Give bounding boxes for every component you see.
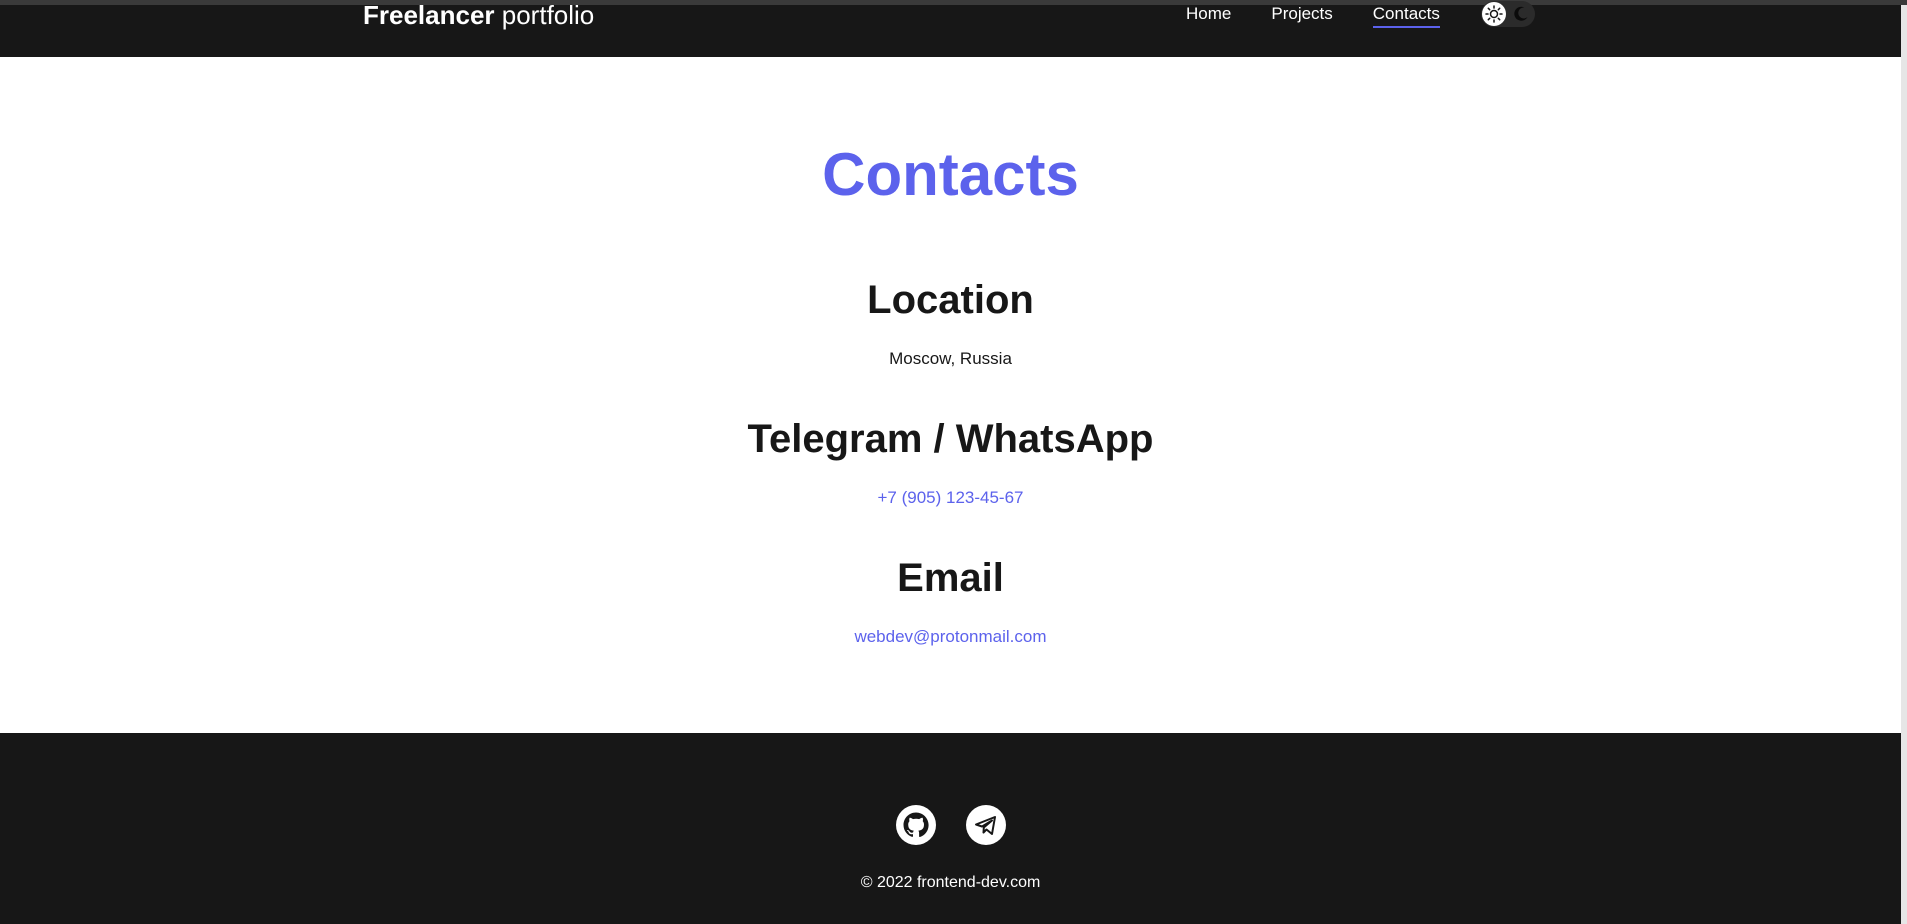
- logo-light-text: portfolio: [501, 0, 595, 30]
- light-mode-button[interactable]: [1482, 2, 1506, 26]
- sun-icon: [1485, 5, 1503, 23]
- email-field: webdev@protonmail.com: [0, 625, 1901, 649]
- dark-mode-button[interactable]: [1509, 2, 1533, 26]
- social-links: [0, 805, 1901, 845]
- location-value: Moscow, Russia: [889, 349, 1012, 368]
- nav-projects[interactable]: Projects: [1271, 0, 1332, 29]
- site-footer: © 2022 frontend-dev.com: [0, 733, 1901, 924]
- email-heading: Email: [897, 556, 1004, 600]
- phone-link[interactable]: +7 (905) 123-45-67: [877, 488, 1023, 507]
- copyright-text: © 2022 frontend-dev.com: [860, 874, 1041, 891]
- moon-icon: [1514, 6, 1528, 21]
- nav-contacts[interactable]: Contacts: [1372, 0, 1440, 29]
- site-logo[interactable]: Freelancer portfolio: [363, 0, 594, 33]
- page-title: Contacts: [822, 141, 1079, 208]
- telegram-icon: [965, 805, 1006, 845]
- site-header: Freelancer portfolio Home Projects Conta…: [0, 0, 1901, 57]
- email-link[interactable]: webdev@protonmail.com: [854, 627, 1046, 646]
- page-scrollbar[interactable]: [1901, 5, 1907, 924]
- telegram-link[interactable]: [965, 805, 1006, 845]
- location-heading: Location: [867, 278, 1034, 322]
- github-icon: [895, 805, 936, 845]
- nav-home[interactable]: Home: [1186, 0, 1231, 29]
- contacts-main: Contacts Location Moscow, Russia Telegra…: [0, 57, 1901, 733]
- github-link[interactable]: [895, 805, 936, 845]
- main-nav: Home Projects Contacts: [1186, 0, 1480, 29]
- theme-toggle[interactable]: [1481, 1, 1535, 27]
- logo-bold-text: Freelancer: [363, 0, 495, 30]
- phone-field: +7 (905) 123-45-67: [0, 486, 1901, 510]
- messenger-heading: Telegram / WhatsApp: [747, 417, 1154, 461]
